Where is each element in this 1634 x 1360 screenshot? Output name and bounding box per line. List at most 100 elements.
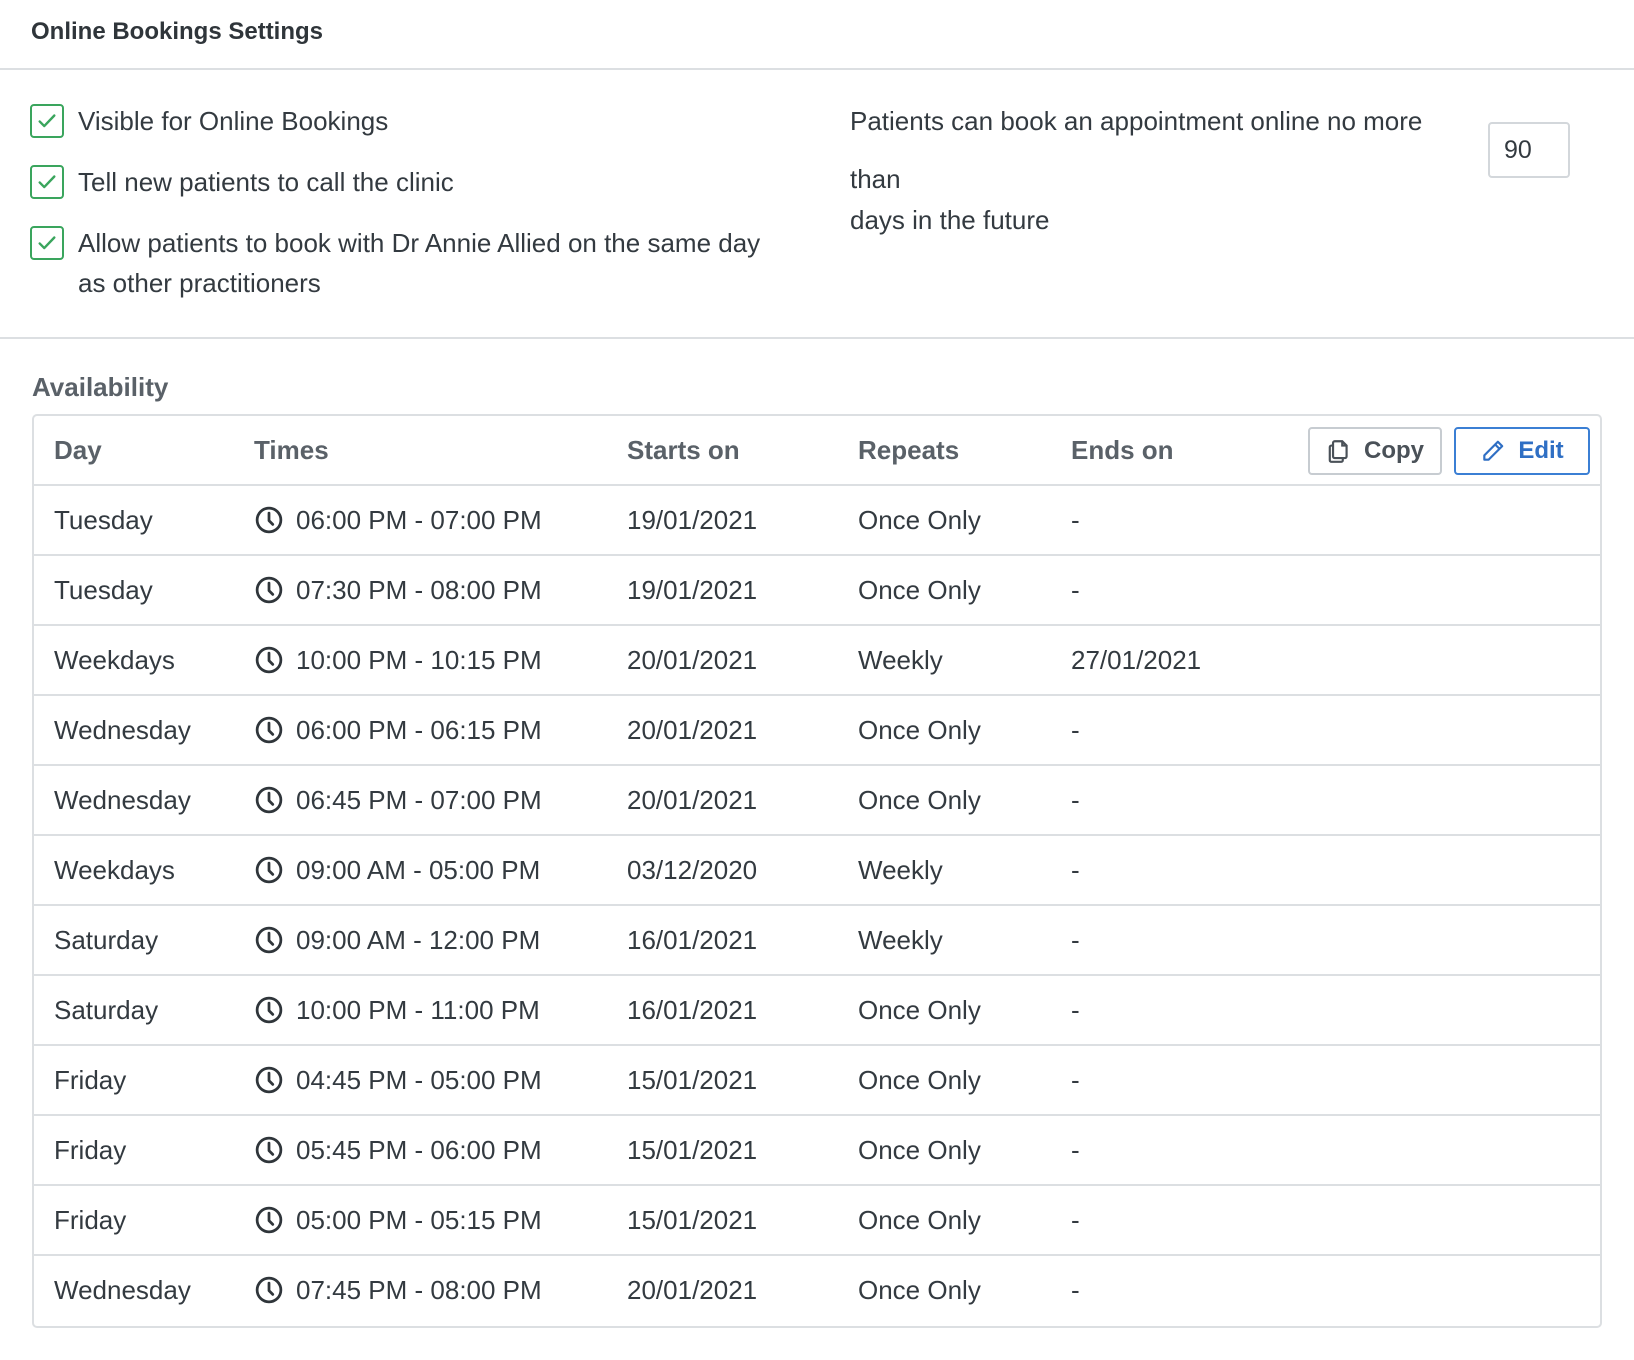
cell-repeats: Weekly bbox=[858, 924, 943, 955]
cell-ends-on: - bbox=[1071, 504, 1080, 535]
cell-repeats: Once Only bbox=[858, 504, 981, 535]
clock-icon bbox=[255, 576, 283, 604]
cell-day: Weekdays bbox=[54, 644, 175, 675]
settings-title: Online Bookings Settings bbox=[31, 18, 324, 45]
call-clinic-checkbox[interactable]: Tell new patients to call the clinic bbox=[30, 165, 790, 202]
future-limit-text: Patients can book an appointment online … bbox=[850, 106, 1423, 194]
cell-starts-on: 16/01/2021 bbox=[627, 994, 758, 1025]
edit-button[interactable]: Edit bbox=[1454, 427, 1590, 475]
availability-title: Availability bbox=[32, 372, 169, 402]
future-booking-limit: Patients can book an appointment online … bbox=[850, 92, 1570, 240]
cell-starts-on: 20/01/2021 bbox=[627, 1274, 758, 1305]
cell-starts-on: 15/01/2021 bbox=[627, 1134, 758, 1165]
cell-ends-on: - bbox=[1071, 994, 1080, 1025]
cell-starts-on: 19/01/2021 bbox=[627, 504, 758, 535]
table-row[interactable]: Friday 05:00 PM - 05:15 PM 15/01/2021 Once … bbox=[34, 1186, 1600, 1256]
clock-icon bbox=[255, 646, 283, 674]
cell-times: 10:00 PM - 10:15 PM bbox=[254, 626, 542, 694]
clock-icon bbox=[255, 1066, 283, 1094]
same-day-booking-checkbox[interactable]: Allow patients to book with Dr Annie All… bbox=[30, 226, 790, 303]
check-icon bbox=[38, 175, 56, 189]
table-row[interactable]: Wednesday 06:00 PM - 06:15 PM 20/01/2021 On… bbox=[34, 696, 1600, 766]
cell-times: 06:45 PM - 07:00 PM bbox=[254, 766, 542, 834]
times-text: 06:00 PM - 07:00 PM bbox=[296, 504, 542, 535]
clock-icon bbox=[255, 1206, 283, 1234]
cell-ends-on: - bbox=[1071, 784, 1080, 815]
table-row[interactable]: Saturday 10:00 PM - 11:00 PM 16/01/2021 Onc… bbox=[34, 976, 1600, 1046]
cell-times: 05:45 PM - 06:00 PM bbox=[254, 1116, 542, 1184]
table-row[interactable]: Friday 04:45 PM - 05:00 PM 15/01/2021 Once … bbox=[34, 1046, 1600, 1116]
cell-times: 09:00 AM - 05:00 PM bbox=[254, 836, 540, 904]
cell-ends-on: - bbox=[1071, 574, 1080, 605]
online-bookings-page: Online Bookings Settings Visible for Onl… bbox=[0, 0, 1634, 1360]
cell-day: Wednesday bbox=[54, 1274, 191, 1305]
copy-label: Copy bbox=[1364, 437, 1424, 464]
cell-repeats: Weekly bbox=[858, 644, 943, 675]
cell-repeats: Once Only bbox=[858, 994, 981, 1025]
edit-label: Edit bbox=[1518, 437, 1564, 464]
availability-table: Day Times Starts on Repeats Ends on Copy… bbox=[32, 414, 1602, 1328]
cell-ends-on: - bbox=[1071, 1134, 1080, 1165]
checkbox-label: Allow patients to book with Dr Annie All… bbox=[78, 228, 761, 298]
checkbox-label: Tell new patients to call the clinic bbox=[78, 167, 454, 197]
times-text: 09:00 AM - 05:00 PM bbox=[296, 854, 541, 885]
cell-times: 06:00 PM - 07:00 PM bbox=[254, 486, 542, 554]
header-ends-on: Ends on bbox=[1071, 434, 1174, 465]
cell-ends-on: - bbox=[1071, 924, 1080, 955]
table-row[interactable]: Wednesday 07:45 PM - 08:00 PM 20/01/2021 On… bbox=[34, 1256, 1600, 1326]
checkbox-label: Visible for Online Bookings bbox=[78, 106, 389, 136]
cell-ends-on: - bbox=[1071, 714, 1080, 745]
table-row[interactable]: Tuesday 06:00 PM - 07:00 PM 19/01/2021 Once… bbox=[34, 486, 1600, 556]
cell-day: Saturday bbox=[54, 924, 159, 955]
table-row[interactable]: Tuesday 07:30 PM - 08:00 PM 19/01/2021 Once… bbox=[34, 556, 1600, 626]
cell-starts-on: 20/01/2021 bbox=[627, 784, 758, 815]
clock-icon bbox=[255, 716, 283, 744]
cell-times: 04:45 PM - 05:00 PM bbox=[254, 1046, 542, 1114]
table-row[interactable]: Friday 05:45 PM - 06:00 PM 15/01/2021 Once … bbox=[34, 1116, 1600, 1186]
table-row[interactable]: Wednesday 06:45 PM - 07:00 PM 20/01/2021 On… bbox=[34, 766, 1600, 836]
times-text: 06:00 PM - 06:15 PM bbox=[296, 714, 542, 745]
times-text: 07:45 PM - 08:00 PM bbox=[296, 1274, 542, 1305]
header-times: Times bbox=[254, 434, 329, 465]
copy-icon bbox=[1328, 440, 1348, 463]
cell-ends-on: - bbox=[1071, 1274, 1080, 1305]
cell-starts-on: 20/01/2021 bbox=[627, 644, 758, 675]
cell-day: Weekdays bbox=[54, 854, 175, 885]
header-starts-on: Starts on bbox=[627, 434, 740, 465]
cell-ends-on: - bbox=[1071, 1204, 1080, 1235]
times-text: 10:00 PM - 10:15 PM bbox=[296, 644, 542, 675]
cell-repeats: Weekly bbox=[858, 854, 943, 885]
cell-day: Wednesday bbox=[54, 784, 191, 815]
cell-times: 07:30 PM - 08:00 PM bbox=[254, 556, 542, 624]
clock-icon bbox=[255, 856, 283, 884]
checkbox[interactable] bbox=[30, 165, 64, 199]
cell-starts-on: 19/01/2021 bbox=[627, 574, 758, 605]
cell-day: Saturday bbox=[54, 994, 159, 1025]
table-row[interactable]: Weekdays 09:00 AM - 05:00 PM 03/12/2020 Wee… bbox=[34, 836, 1600, 906]
cell-times: 05:00 PM - 05:15 PM bbox=[254, 1186, 542, 1254]
cell-starts-on: 15/01/2021 bbox=[627, 1204, 758, 1235]
header-repeats: Repeats bbox=[858, 434, 960, 465]
table-row[interactable]: Saturday 09:00 AM - 12:00 PM 16/01/2021 Wee… bbox=[34, 906, 1600, 976]
times-text: 04:45 PM - 05:00 PM bbox=[296, 1064, 542, 1095]
future-days-input[interactable] bbox=[1488, 122, 1570, 178]
times-text: 05:45 PM - 06:00 PM bbox=[296, 1134, 542, 1165]
times-text: 09:00 AM - 12:00 PM bbox=[296, 924, 541, 955]
cell-times: 10:00 PM - 11:00 PM bbox=[254, 976, 540, 1044]
clock-icon bbox=[255, 1276, 283, 1304]
header-day: Day bbox=[54, 434, 102, 465]
times-text: 05:00 PM - 05:15 PM bbox=[296, 1204, 542, 1235]
visible-online-checkbox[interactable]: Visible for Online Bookings bbox=[30, 104, 790, 141]
cell-ends-on: 27/01/2021 bbox=[1071, 644, 1202, 675]
table-header: Day Times Starts on Repeats Ends on Copy… bbox=[34, 416, 1600, 486]
cell-day: Tuesday bbox=[54, 574, 153, 605]
cell-ends-on: - bbox=[1071, 1064, 1080, 1095]
cell-starts-on: 03/12/2020 bbox=[627, 854, 758, 885]
checkbox[interactable] bbox=[30, 226, 64, 260]
checkbox[interactable] bbox=[30, 104, 64, 138]
copy-button[interactable]: Copy bbox=[1308, 427, 1442, 475]
table-body: Tuesday 06:00 PM - 07:00 PM 19/01/2021 Once… bbox=[34, 486, 1600, 1326]
cell-ends-on: - bbox=[1071, 854, 1080, 885]
table-row[interactable]: Weekdays 10:00 PM - 10:15 PM 20/01/2021 Wee… bbox=[34, 626, 1600, 696]
cell-times: 06:00 PM - 06:15 PM bbox=[254, 696, 542, 764]
